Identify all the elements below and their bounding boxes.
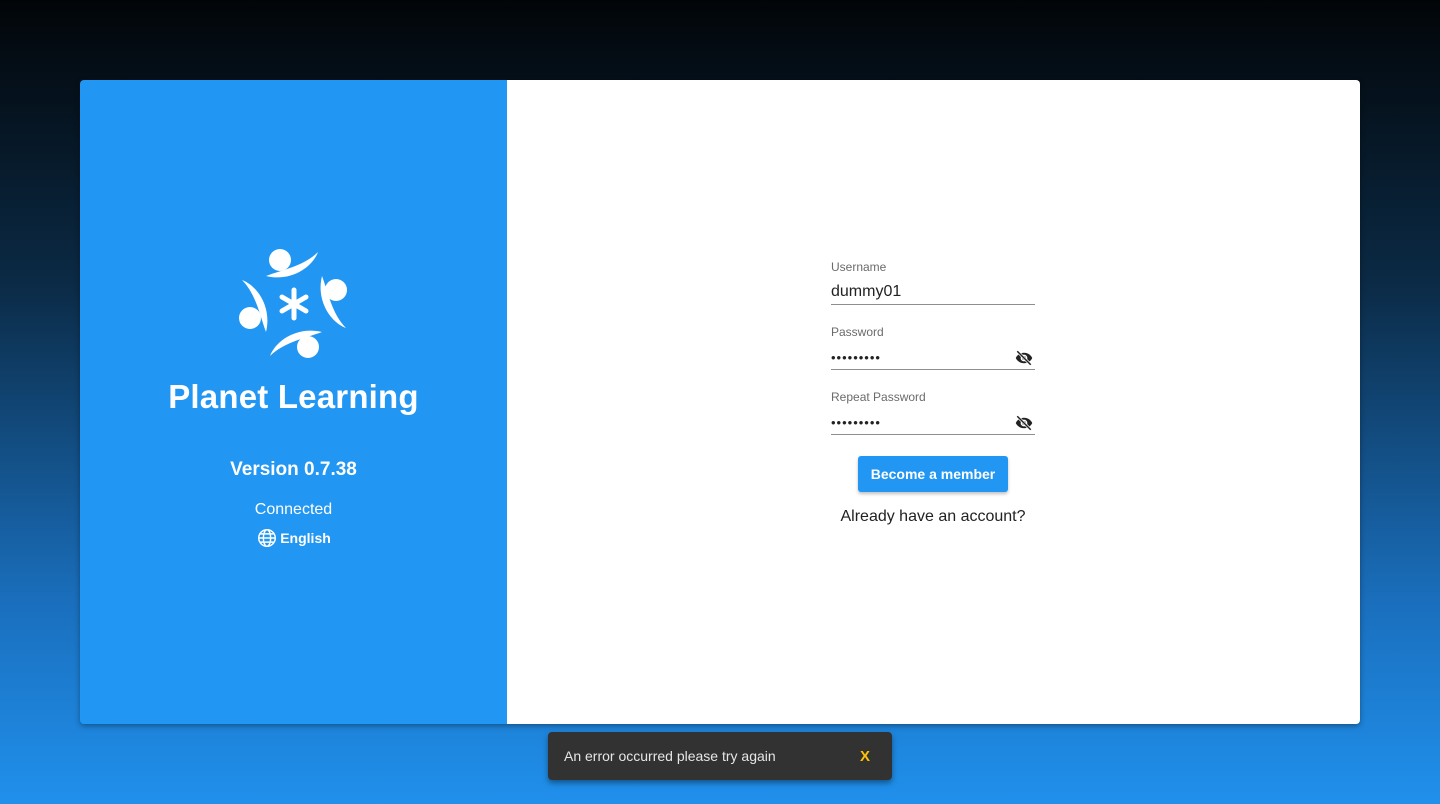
- snackbar-message: An error occurred please try again: [564, 748, 776, 764]
- username-label: Username: [831, 260, 887, 274]
- repeat-password-input[interactable]: [831, 410, 1035, 435]
- password-input[interactable]: [831, 345, 1035, 370]
- language-label: English: [280, 530, 331, 546]
- repeat-password-field-group: Repeat Password: [831, 390, 1035, 455]
- snackbar-close-button[interactable]: X: [860, 748, 870, 765]
- version-label: Version 0.7.38: [230, 459, 357, 480]
- eye-off-icon[interactable]: [1015, 414, 1033, 432]
- become-member-button[interactable]: Become a member: [858, 456, 1008, 492]
- connection-status: Connected: [254, 501, 333, 518]
- planet-learning-logo: [239, 249, 347, 358]
- login-link[interactable]: Already have an account?: [807, 508, 1059, 526]
- language-selector[interactable]: English: [80, 527, 507, 549]
- password-label: Password: [831, 325, 884, 339]
- repeat-password-label: Repeat Password: [831, 390, 926, 404]
- password-field-group: Password: [831, 325, 1035, 390]
- username-input[interactable]: [831, 280, 1035, 305]
- username-field-group: Username: [831, 260, 1035, 325]
- signup-panel: Username Password Repeat Password: [507, 80, 1360, 724]
- globe-icon: [258, 529, 277, 547]
- error-snackbar: An error occurred please try again X: [548, 732, 892, 780]
- app-title: Planet Learning: [168, 378, 419, 415]
- signup-form: Username Password Repeat Password: [831, 260, 1035, 455]
- branding-panel: Planet Learning Version 0.7.38 Connected…: [80, 80, 507, 724]
- eye-off-icon[interactable]: [1015, 349, 1033, 367]
- auth-card: Planet Learning Version 0.7.38 Connected…: [80, 80, 1360, 724]
